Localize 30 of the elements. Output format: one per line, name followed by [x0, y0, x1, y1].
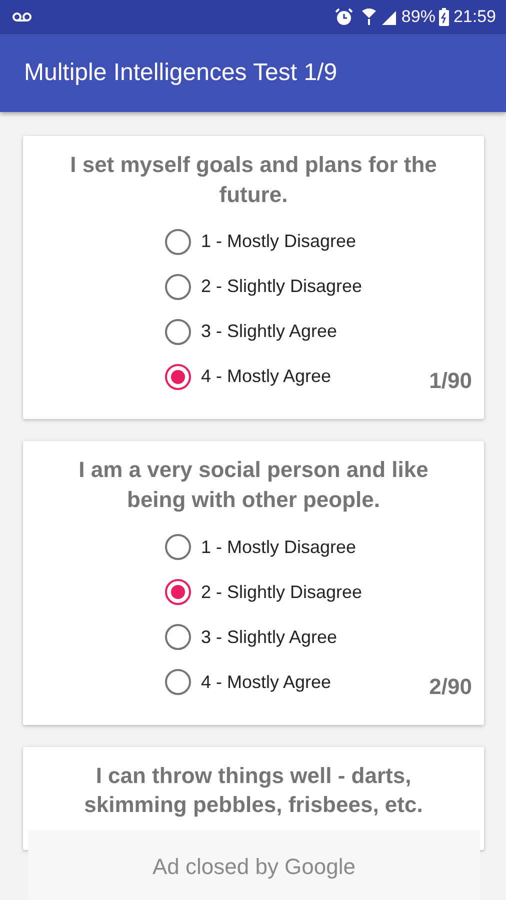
option-label[interactable]: 3 - Slightly Agree [201, 318, 338, 346]
question-text: I am a very social person and like being with other people. [78, 456, 430, 514]
battery-icon [439, 8, 450, 26]
option-label[interactable]: 4 - Mostly Agree [201, 668, 332, 696]
radio-button[interactable] [165, 534, 191, 560]
radio-button[interactable] [165, 579, 191, 606]
app-title: Multiple Intelligences Test 1/9 [24, 58, 338, 88]
wifi-icon [361, 8, 378, 26]
question-counter: 2/90 [429, 672, 472, 701]
battery-percent: 89% [401, 6, 436, 28]
question-text: I can throw things well - darts, skimming pebbles, frisbees, etc. [83, 762, 424, 820]
clock-time: 21:59 [453, 6, 496, 28]
alarm-icon [335, 8, 354, 26]
radio-button[interactable] [165, 669, 191, 696]
radio-button[interactable] [165, 364, 191, 390]
voicemail-icon [12, 12, 32, 22]
ad-closed-text: Ad closed by Google [152, 854, 356, 879]
radio-button[interactable] [165, 274, 191, 300]
radio-button[interactable] [165, 624, 191, 650]
question-counter: 1/90 [429, 367, 472, 396]
option-label[interactable]: 1 - Mostly Disagree [201, 228, 356, 256]
option-label[interactable]: 2 - Slightly Disagree [201, 578, 362, 606]
signal-icon [381, 9, 398, 25]
radio-button[interactable] [165, 318, 191, 345]
option-label[interactable]: 4 - Mostly Agree [201, 363, 332, 390]
option-label[interactable]: 2 - Slightly Disagree [201, 273, 362, 300]
radio-button[interactable] [165, 228, 191, 255]
option-label[interactable]: 1 - Mostly Disagree [201, 534, 356, 561]
option-label[interactable]: 3 - Slightly Agree [201, 624, 338, 651]
question-text: I set myself goals and plans for the future. [69, 151, 438, 209]
